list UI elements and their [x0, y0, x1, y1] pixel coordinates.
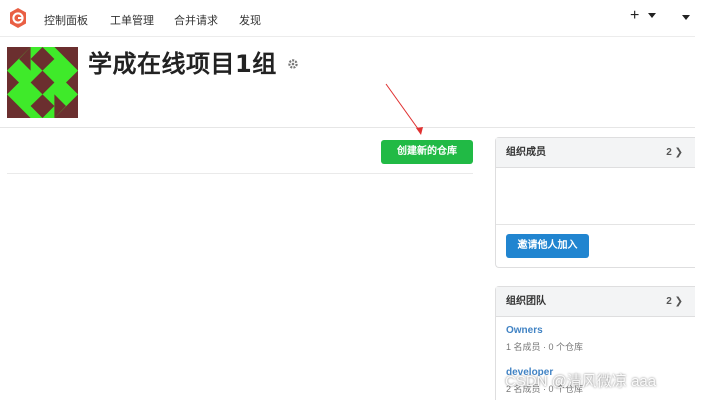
create-new-menu[interactable]: +	[630, 7, 656, 25]
teams-count: 2 ❯	[666, 296, 683, 307]
members-panel-header[interactable]: 组织成员 2 ❯	[496, 138, 695, 168]
chevron-right-icon: ❯	[674, 296, 683, 307]
nav-issues[interactable]: 工单管理	[110, 12, 154, 28]
team-meta: 1 名成员 · 0 个仓库	[506, 342, 584, 352]
chevron-down-icon	[682, 15, 690, 21]
team-item: developer 2 名成员 · 0 个仓库	[506, 367, 583, 395]
org-avatar	[7, 47, 78, 118]
create-repo-button[interactable]: 创建新的仓库	[381, 140, 473, 164]
top-navbar: 控制面板 工单管理 合并请求 发现 +	[0, 0, 695, 37]
header-divider	[0, 127, 695, 128]
team-name-link[interactable]: Owners	[506, 325, 583, 336]
teams-panel-header[interactable]: 组织团队 2 ❯	[496, 287, 695, 317]
gear-icon[interactable]	[287, 58, 299, 70]
org-title: 学成在线项目1组	[88, 50, 277, 78]
invite-member-button[interactable]: 邀请他人加入	[506, 234, 589, 258]
team-name-link[interactable]: developer	[506, 367, 583, 378]
members-panel: 组织成员 2 ❯ 邀请他人加入	[495, 137, 695, 268]
members-list	[496, 168, 695, 225]
repo-list-divider	[7, 173, 473, 174]
red-arrow-annotation	[385, 83, 423, 135]
team-item: Owners 1 名成员 · 0 个仓库	[506, 325, 583, 353]
gogs-logo-icon[interactable]	[9, 8, 27, 28]
nav-dashboard[interactable]: 控制面板	[44, 12, 88, 28]
plus-icon: +	[630, 7, 640, 24]
chevron-right-icon: ❯	[674, 147, 683, 158]
chevron-down-icon	[647, 13, 656, 19]
teams-panel: 组织团队 2 ❯ Owners 1 名成员 · 0 个仓库 developer …	[495, 286, 695, 400]
teams-panel-title: 组织团队	[506, 296, 546, 307]
members-panel-title: 组织成员	[506, 147, 546, 158]
user-menu[interactable]	[682, 9, 690, 27]
team-meta: 2 名成员 · 0 个仓库	[506, 384, 584, 394]
members-count: 2 ❯	[666, 147, 683, 158]
nav-pull-requests[interactable]: 合并请求	[174, 12, 218, 28]
nav-explore[interactable]: 发现	[239, 12, 261, 28]
